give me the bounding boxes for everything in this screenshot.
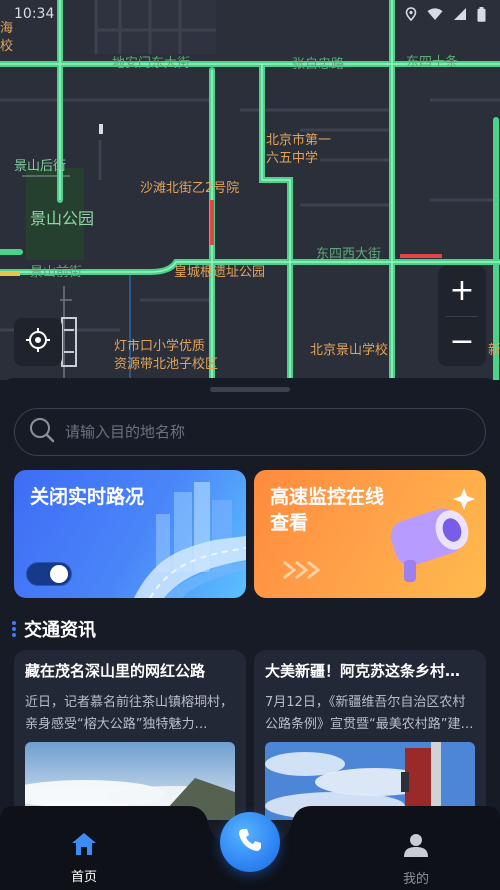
map-poi-label: 沙滩北街乙2号院 [140,181,240,196]
section-title: 交通资讯 [24,620,96,641]
wifi-icon [427,7,443,21]
crosshair-icon [25,327,51,357]
map-poi-label: 北京景山学校 [310,343,389,358]
destination-search-input[interactable] [65,423,465,441]
realtime-traffic-card[interactable]: 关闭实时路况 [14,470,246,598]
nav-label: 我的 [402,872,429,887]
nav-label: 首页 [70,870,97,885]
zoom-control: + − [438,266,486,366]
signal-icon [453,7,467,21]
section-marker-icon [12,621,16,637]
section-header: 交通资讯 [12,616,96,642]
drag-handle[interactable] [210,387,290,392]
traffic-toggle[interactable] [26,562,72,586]
news-card[interactable]: 藏在茂名深山里的网红公路 近日，记者慕名前往茶山镇榕垌村，亲身感受“榕大公路”独… [14,650,246,820]
map-poi-label: 六五中学 [266,151,319,166]
map-view[interactable]: 海 校 地安门东大街 张自忠路 东四十条 景山后街 北京市第一 六五中学 沙滩北… [0,0,500,380]
status-time: 10:34 [14,6,55,22]
map-road-label: 地安门东大街 [112,56,191,71]
map-poi-label: 灯市口小学优质 [114,339,206,354]
map-poi-label: 新 [488,343,500,358]
phone-icon [236,826,264,858]
locate-button[interactable] [14,318,62,366]
map-poi-label: 皇城根遗址公园 [174,265,266,280]
map-poi-label: 北京市第一 [266,133,332,148]
highway-monitor-card[interactable]: 高速监控在线查看 [254,470,486,598]
news-summary: 7月12日，《新疆维吾尔自治区农村公路条例》宣贯暨“最美农村路”建… [265,695,474,732]
map-road-label: 景山前街 [30,265,83,280]
search-icon [29,417,55,447]
map-poi-label: 景山公园 [30,209,95,228]
nav-item-profile[interactable]: 我的 [376,832,456,887]
map-road-label: 东四十条 [406,55,459,70]
toggle-knob [50,565,68,583]
map-label: 校 [0,39,14,54]
map-poi-label: 资源带北池子校区 [114,357,219,372]
news-card[interactable]: 大美新疆！阿克苏这条乡村… 7月12日，《新疆维吾尔自治区农村公路条例》宣贯暨“… [254,650,486,820]
location-icon [405,7,417,21]
card-title: 关闭实时路况 [30,486,145,508]
news-title: 藏在茂名深山里的网红公路 [25,662,206,680]
home-icon [71,832,97,860]
nav-item-home[interactable]: 首页 [44,832,124,885]
map-road-label: 景山后街 [14,159,67,174]
call-button[interactable] [220,812,280,872]
card-title: 高速监控在线查看 [270,486,385,534]
battery-icon [477,6,486,22]
news-title: 大美新疆！阿克苏这条乡村… [265,662,461,680]
map-road-label: 张自忠路 [292,57,345,72]
news-summary: 近日，记者慕名前往茶山镇榕垌村，亲身感受“榕大公路”独特魅力… [25,695,234,732]
zoom-out-button[interactable]: − [438,317,486,366]
user-icon [403,832,429,862]
search-bar[interactable] [14,408,486,456]
zoom-in-button[interactable]: + [438,266,486,316]
status-bar: 10:34 [0,0,500,28]
map-road-label: 东四西大街 [316,247,382,262]
